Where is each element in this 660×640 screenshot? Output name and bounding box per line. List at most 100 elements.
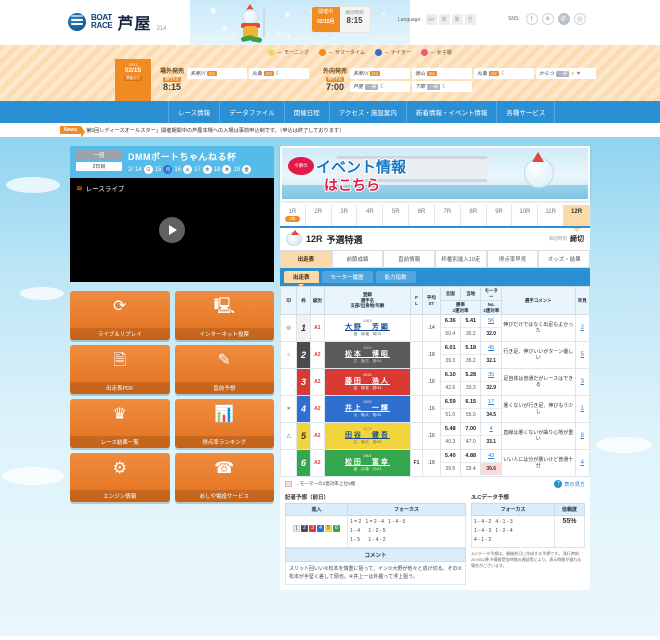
row-racer[interactable]: 4173 田谷 健吾 広 島/広 島/38 [323, 422, 411, 450]
venue-cell[interactable]: 下関 一般 ☾ [412, 81, 473, 92]
nav-access[interactable]: アクセス・施設案内 [328, 101, 406, 123]
subtab-entry-table[interactable]: 出走表 [280, 250, 332, 267]
news-text[interactable]: 第5回レディースオールスター」開催期間中の芦屋本場への入場は事前申込制です。（申… [86, 127, 344, 134]
race-tab-1r[interactable]: 1R 2枠 [280, 205, 306, 226]
table-row[interactable]: △ 5 A2 4173 田谷 健吾 広 島/広 島/38 .16 5.48 40… [279, 422, 591, 450]
nav-news-events[interactable]: 新着情報・イベント情報 [405, 101, 497, 123]
subtab-lane-last10[interactable]: 枠番別進入10走 [435, 250, 487, 267]
race-live-player[interactable]: ≋ レースライブ [70, 178, 274, 282]
button-race-results[interactable]: ♛ レース結果一覧 [70, 399, 170, 448]
day-weekday[interactable]: 日 [143, 165, 153, 174]
venue-cell[interactable]: 徳山 G1 [412, 68, 473, 79]
race-tab-3r[interactable]: 3R [332, 205, 358, 226]
venue-cell[interactable]: 多摩川 G1 [187, 68, 248, 79]
row-hayami[interactable]: 4 [574, 449, 591, 477]
subtab-odds-results[interactable]: オッズ・結果 [538, 250, 591, 267]
race-tab-7r[interactable]: 7R [435, 205, 461, 226]
race-tab-11r[interactable]: 11R [538, 205, 565, 226]
day-number[interactable]: 19 [233, 167, 240, 173]
button-entry-pdf[interactable]: 🗎 出走表PDF [70, 345, 170, 394]
nav-services[interactable]: 各種サービス [496, 101, 556, 123]
race-tab-2r[interactable]: 2R [306, 205, 332, 226]
event-banner[interactable]: 今節の イベント情報 はこちら [280, 146, 590, 201]
day-number[interactable]: 18 [214, 167, 221, 173]
race-tab-9r[interactable]: 9R [487, 205, 513, 226]
race-tab-5r[interactable]: 5R [383, 205, 410, 226]
row-racer[interactable]: 4363 大野 芳顕 福 岡/福 岡/25 [323, 314, 411, 342]
venue-cell[interactable]: 芦屋 一般 ☾ [350, 81, 411, 92]
day-weekday[interactable]: 金 [242, 165, 252, 174]
row-motor-no[interactable]: 4 [481, 424, 501, 436]
twitter-icon[interactable]: ✈ [541, 13, 554, 25]
lang-button-ko[interactable]: 한 [464, 14, 476, 25]
nav-race-info[interactable]: レース情報 [168, 101, 219, 123]
button-live-replay[interactable]: ⟳ ライブ＆リプレイ [70, 291, 170, 340]
lang-button-zh-tw[interactable]: 繁 [451, 14, 463, 25]
race-tab-6r[interactable]: 6R [409, 205, 435, 226]
table-row[interactable]: ✕ 4 A2 4826 井上 一輝 大 阪/大 阪/26 .16 6.59 51… [279, 395, 591, 423]
day-number[interactable]: 15 [155, 167, 162, 173]
venue-cell[interactable]: 丸亀 G1 ☾ [249, 68, 310, 79]
subtab-previous-results[interactable]: 前節成績 [331, 250, 384, 267]
line-icon[interactable]: ✆ [557, 13, 570, 25]
table-row[interactable]: 6 A2 2901 松田 富幸 香 川/香 川/43 F1 .18 5.40 3… [279, 449, 591, 477]
day-number[interactable]: 17 [194, 167, 201, 173]
row-racer-name[interactable]: 松田 富幸 [325, 458, 410, 467]
row-racer[interactable]: 4515 藤田 浩人 佐 賀/佐 賀/34 [323, 368, 411, 396]
day-weekday[interactable]: 水 [202, 165, 212, 174]
nav-schedule[interactable]: 開催日程 [283, 101, 329, 123]
button-score-ranking[interactable]: 📊 得点率ランキング [174, 399, 274, 448]
bluetab-entry-table[interactable]: 出走表 [284, 271, 319, 283]
row-hayami[interactable]: 3 [574, 368, 591, 396]
row-hayami[interactable]: 8 [574, 422, 591, 450]
table-row[interactable]: 3 A2 4515 藤田 浩人 佐 賀/佐 賀/34 .16 6.10 42.6 [279, 368, 591, 396]
subtab-score-table[interactable]: 得点率早見 [486, 250, 539, 267]
row-hayami[interactable]: 1 [574, 395, 591, 423]
table-row[interactable]: ◎ 1 A1 4363 大野 芳顕 福 岡/福 岡/25 .14 6.36 50… [279, 314, 591, 342]
bluetab-motor-history[interactable]: モーター履歴 [321, 271, 373, 283]
lang-button-zh-cn[interactable]: 简 [438, 14, 450, 25]
race-tab-4r[interactable]: 4R [357, 205, 384, 226]
row-motor-no[interactable]: 56 [481, 316, 501, 328]
day-weekday[interactable]: 火 [183, 165, 193, 174]
button-internet-vote[interactable]: 🖳 インターネット投票 [174, 291, 274, 340]
venue-cell[interactable]: 多摩川 G1 [350, 68, 411, 79]
day-number[interactable]: 14 [135, 167, 142, 173]
row-racer-name[interactable]: 藤田 浩人 [325, 377, 410, 386]
row-motor-no[interactable]: 43 [481, 451, 501, 463]
row-racer[interactable]: 4826 井上 一輝 大 阪/大 阪/26 [323, 395, 411, 423]
button-engine-info[interactable]: ⚙ エンジン情報 [70, 453, 170, 502]
row-hayami[interactable]: 2 [574, 314, 591, 342]
venue-cell[interactable]: 丸亀 G1 ☾ [474, 68, 535, 79]
row-racer-name[interactable]: 大野 芳顕 [325, 323, 410, 332]
day-weekday-selected[interactable]: 月 [163, 165, 173, 174]
row-motor-no[interactable]: 35 [481, 370, 501, 382]
subtab-latest-info[interactable]: 直前情報 [383, 250, 436, 267]
race-tab-10r[interactable]: 10R [512, 205, 539, 226]
venue-cell[interactable]: からつ 一般 ● ♥ [536, 68, 597, 79]
row-racer-name[interactable]: 井上 一輝 [325, 404, 410, 413]
day-weekday[interactable]: 木 [222, 165, 232, 174]
race-tab-12r[interactable]: 12R [564, 205, 590, 226]
lang-button-en[interactable]: En [425, 14, 437, 25]
facebook-icon[interactable]: f [525, 13, 538, 25]
row-motor-no[interactable]: 17 [481, 397, 501, 409]
row-racer-name[interactable]: 田谷 健吾 [325, 431, 410, 440]
button-pre-prediction[interactable]: ✎ 直前予想 [174, 345, 274, 394]
table-help-link[interactable]: ? 表の見方 [554, 480, 585, 488]
play-icon[interactable] [159, 217, 185, 243]
row-racer[interactable]: 2901 松田 富幸 香 川/香 川/43 [323, 449, 411, 477]
row-hayami[interactable]: 5 [574, 341, 591, 369]
button-phone-vote[interactable]: ☎ あしや電投サービス [174, 453, 274, 502]
row-motor-no[interactable]: 45 [481, 343, 501, 355]
site-logo[interactable]: BOAT RACE 芦屋 21# [68, 10, 167, 34]
day-number[interactable]: 16 [174, 167, 181, 173]
row-racer[interactable]: 4000 松本 博昭 広 島/広 島/44 [323, 341, 411, 369]
bluetab-ability-index[interactable]: 能力指数 [375, 271, 416, 283]
language-selector[interactable]: Language: En 简 繁 한 [398, 14, 476, 25]
race-tab-8r[interactable]: 8R [461, 205, 487, 226]
nav-data-file[interactable]: データファイル [219, 101, 284, 123]
row-racer-name[interactable]: 松本 博昭 [325, 350, 410, 359]
instagram-icon[interactable]: ◎ [573, 13, 586, 25]
table-row[interactable]: ○ 2 A2 4000 松本 博昭 広 島/広 島/44 .18 6.01 39… [279, 341, 591, 369]
